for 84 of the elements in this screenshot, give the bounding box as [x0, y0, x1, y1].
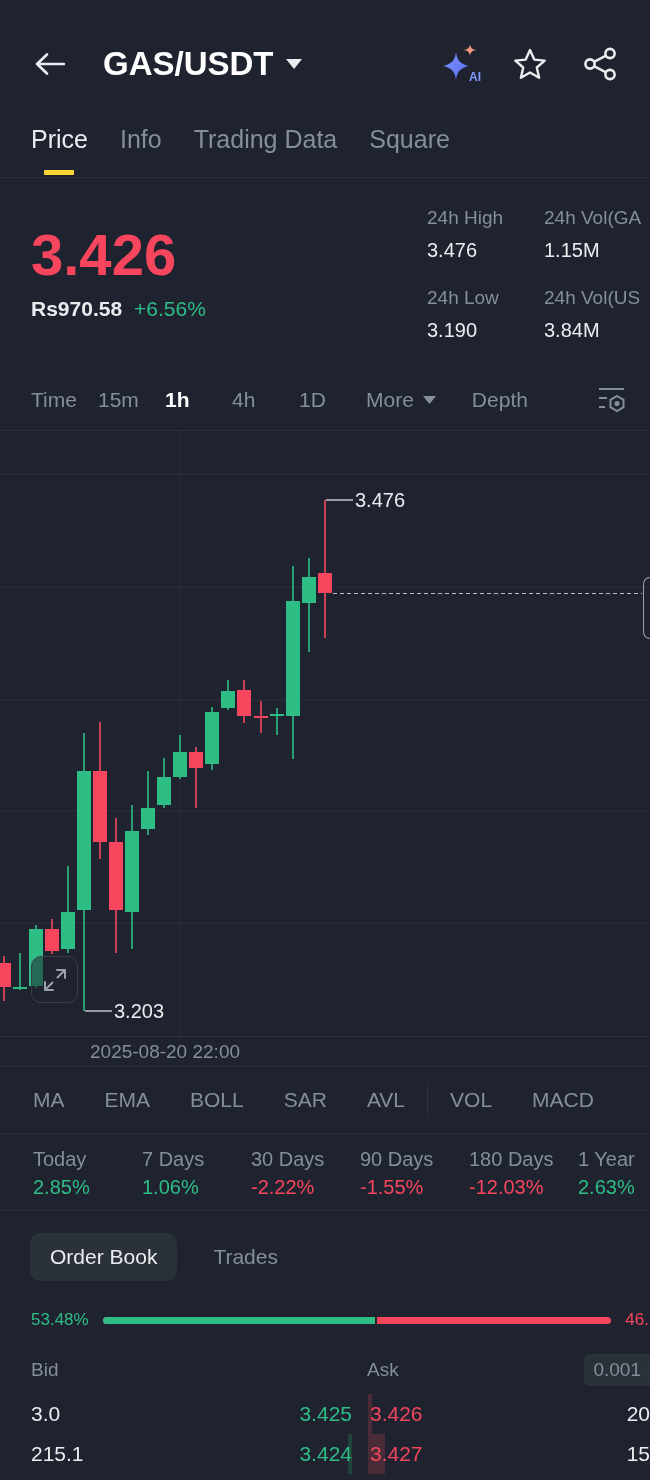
leader-line [325, 499, 354, 501]
candle [29, 924, 43, 989]
candle [173, 734, 187, 780]
expand-button[interactable] [31, 956, 78, 1003]
ask-ratio: 46. [625, 1310, 649, 1330]
period-change: 1.06% [142, 1175, 200, 1200]
tab[interactable]: Trading Data [193, 112, 338, 177]
high-price-label: 3.476 [355, 489, 406, 511]
candle [0, 955, 11, 1002]
stat-label: 24h High [427, 206, 505, 230]
fiat-price: Rs970.58 [31, 296, 123, 322]
indicator-tab[interactable]: MACD [532, 1088, 594, 1112]
stat-value: 1.15M [544, 238, 601, 263]
period-change: 2.63% [578, 1175, 636, 1200]
indicator-tab[interactable]: EMA [104, 1088, 150, 1112]
caret-down-icon [422, 396, 436, 404]
indicator-tab[interactable]: VOL [450, 1088, 493, 1112]
period-label: 180 Days [469, 1147, 555, 1172]
stat-value: 3.84M [544, 318, 601, 343]
ask-amount: 15 [626, 1442, 650, 1466]
chart-tab[interactable]: 1h [165, 388, 212, 412]
period-label: 1 Year [578, 1147, 636, 1172]
ask-price: 3.427 [370, 1442, 423, 1466]
low-price-label: 3.203 [114, 1000, 165, 1022]
candle [254, 700, 268, 734]
indicator-tab[interactable]: AVL [366, 1088, 406, 1112]
ask-header: Ask [367, 1359, 399, 1381]
candle [221, 679, 235, 711]
stat-label: 24h Vol(US [544, 286, 642, 310]
stat-value: 3.190 [427, 318, 479, 343]
bid-amount: 215.1 [31, 1442, 84, 1466]
last-price: 3.426 [31, 223, 178, 287]
indicator-tab[interactable]: BOLL [190, 1088, 244, 1112]
stat-label: 24h Low [427, 286, 500, 310]
ai-button[interactable]: AI [443, 44, 481, 84]
candle [270, 707, 284, 736]
chart-tab[interactable]: 1D [299, 388, 346, 412]
chart-tab[interactable]: Time [31, 388, 78, 412]
period-change: -1.55% [360, 1175, 425, 1200]
period-label: 7 Days [142, 1147, 206, 1172]
chart-tab[interactable]: 4h [232, 388, 279, 412]
bid-price: 3.425 [299, 1402, 352, 1426]
candle [157, 757, 171, 809]
indicator-tab[interactable]: SAR [283, 1088, 327, 1112]
candle [45, 918, 59, 955]
chart-settings-icon[interactable] [596, 386, 626, 414]
bid-header: Bid [31, 1359, 59, 1380]
period-change: -2.22% [251, 1175, 316, 1200]
candle [141, 770, 155, 836]
candle [205, 706, 219, 771]
expand-icon [41, 966, 68, 993]
chart-tab[interactable]: More [366, 388, 436, 412]
candle [237, 679, 251, 724]
leader-line [84, 1010, 113, 1012]
star-icon[interactable] [513, 47, 547, 81]
ask-price: 3.426 [370, 1402, 423, 1426]
price-change: +6.56% [134, 296, 206, 322]
ask-amount: 20 [626, 1402, 650, 1426]
candle [13, 952, 27, 991]
bid-amount: 3.0 [31, 1402, 61, 1426]
period-label: 30 Days [251, 1147, 326, 1172]
candle [189, 746, 203, 809]
chart-tab[interactable]: 15m [98, 388, 145, 412]
chart-tab[interactable]: Depth [471, 388, 528, 412]
tab[interactable]: Square [369, 112, 450, 177]
tab[interactable]: Info [119, 112, 162, 177]
section-tab[interactable]: Order Book [30, 1233, 178, 1281]
indicator-tab[interactable]: MA [33, 1088, 65, 1112]
time-axis-label: 2025-08-20 22:00 [90, 1040, 240, 1063]
stat-label: 24h Vol(GA [544, 206, 643, 230]
stat-value: 3.476 [427, 238, 479, 263]
period-change: 2.85% [33, 1175, 91, 1200]
bid-ratio: 53.48% [31, 1310, 89, 1330]
back-arrow-icon[interactable] [35, 53, 65, 75]
tab[interactable]: Price [31, 112, 88, 177]
share-icon[interactable] [583, 47, 617, 81]
precision-selector[interactable]: 0.001 [584, 1354, 650, 1386]
caret-down-icon [285, 59, 302, 69]
pair-selector[interactable]: GAS/USDT [103, 45, 302, 83]
period-change: -12.03% [469, 1175, 545, 1200]
period-label: Today [33, 1147, 88, 1172]
section-tab[interactable]: Trades [193, 1233, 298, 1281]
bid-price: 3.424 [299, 1442, 352, 1466]
period-label: 90 Days [360, 1147, 435, 1172]
